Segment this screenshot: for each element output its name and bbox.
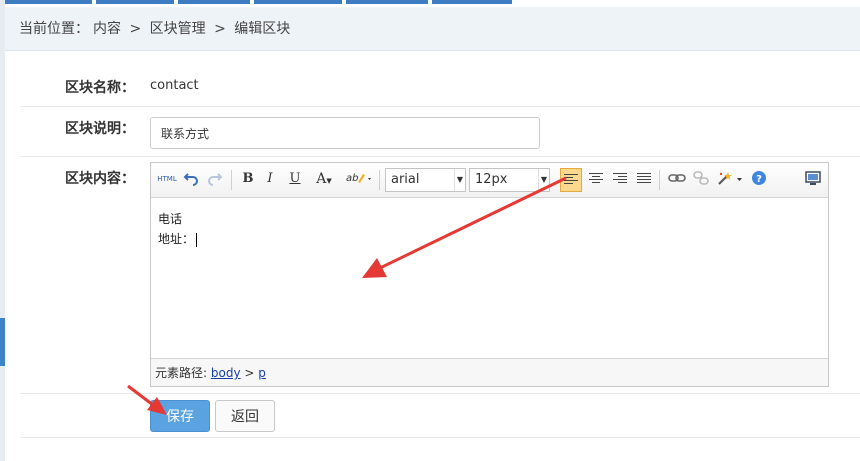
breadcrumb-prefix: 当前位置：	[19, 21, 89, 37]
breadcrumb: 当前位置： 内容 > 区块管理 > 编辑区块	[5, 7, 860, 51]
breadcrumb-item[interactable]: 区块管理	[150, 21, 206, 37]
align-left-icon[interactable]	[560, 168, 582, 192]
breadcrumb-item: 编辑区块	[234, 21, 291, 37]
breadcrumb-item[interactable]: 内容	[93, 21, 121, 37]
link-icon[interactable]	[667, 170, 687, 188]
back-button[interactable]: 返回	[215, 400, 275, 432]
redo-icon[interactable]	[206, 170, 224, 188]
highlight-icon[interactable]: ab	[344, 170, 374, 188]
italic-icon[interactable]: I	[263, 170, 277, 188]
text-caret	[196, 232, 198, 247]
editor-line: 地址：	[158, 229, 198, 249]
align-center-icon[interactable]	[587, 170, 605, 188]
editor-toolbar: HTML B I U A▼ ab arial ▼ 12px ▼ ?	[151, 163, 828, 198]
magic-icon[interactable]	[715, 170, 745, 188]
nav-tab-segment[interactable]	[346, 0, 428, 4]
font-color-icon[interactable]: A▼	[311, 170, 337, 188]
left-sidebar-edge	[0, 0, 5, 461]
chevron-down-icon: ▼	[454, 169, 465, 191]
block-name-value: contact	[150, 78, 199, 93]
unlink-icon[interactable]	[691, 170, 711, 188]
block-desc-label: 区块说明：	[65, 121, 135, 137]
bold-icon[interactable]: B	[240, 170, 256, 188]
nav-tab-segment[interactable]	[254, 0, 342, 4]
path-item-p[interactable]: p	[258, 366, 266, 380]
toolbar-separator	[659, 170, 660, 190]
row-divider	[20, 437, 860, 438]
font-family-select[interactable]: arial ▼	[385, 168, 466, 192]
nav-tab-segment[interactable]	[0, 0, 92, 4]
row-divider	[20, 106, 860, 107]
row-divider	[20, 156, 860, 157]
row-divider	[20, 393, 860, 394]
preview-icon[interactable]	[803, 170, 823, 188]
breadcrumb-separator: >	[129, 21, 142, 37]
top-nav-bar	[0, 0, 860, 7]
editor-line: 电话	[158, 212, 183, 226]
svg-text:?: ?	[756, 174, 762, 185]
justify-icon[interactable]	[635, 170, 653, 188]
font-family-value: arial	[391, 172, 420, 187]
nav-tab-segment[interactable]	[178, 0, 250, 4]
chevron-down-icon: ▼	[326, 177, 332, 185]
block-name-label: 区块名称：	[65, 80, 135, 96]
font-color-letter: A	[316, 171, 327, 187]
block-content-label: 区块内容：	[65, 171, 135, 187]
font-size-value: 12px	[475, 172, 508, 187]
nav-tab-segment[interactable]	[432, 0, 512, 4]
help-icon[interactable]: ?	[749, 170, 769, 188]
path-item-body[interactable]: body	[211, 366, 241, 380]
element-path-label: 元素路径:	[155, 366, 208, 380]
undo-icon[interactable]	[182, 170, 200, 188]
toolbar-separator	[231, 170, 232, 190]
breadcrumb-separator: >	[214, 21, 226, 37]
toolbar-separator	[379, 170, 380, 190]
svg-text:ab: ab	[346, 173, 358, 184]
path-separator: >	[244, 366, 255, 380]
chevron-down-icon: ▼	[538, 169, 549, 191]
nav-tab-segment[interactable]	[96, 0, 174, 4]
html-icon[interactable]: HTML	[156, 170, 178, 188]
block-desc-input[interactable]	[150, 117, 540, 149]
sidebar-collapse-handle[interactable]	[0, 318, 5, 366]
save-button[interactable]: 保存	[150, 400, 210, 432]
editor-content-area[interactable]: 电话 地址：	[158, 209, 198, 249]
font-size-select[interactable]: 12px ▼	[469, 168, 550, 192]
align-right-icon[interactable]	[611, 170, 629, 188]
rich-text-editor: HTML B I U A▼ ab arial ▼ 12px ▼ ? 电话 地址：…	[150, 162, 829, 387]
element-path-bar: 元素路径: body > p	[151, 358, 828, 386]
editor-line-text: 地址：	[158, 232, 195, 246]
underline-icon[interactable]: U	[287, 170, 303, 188]
